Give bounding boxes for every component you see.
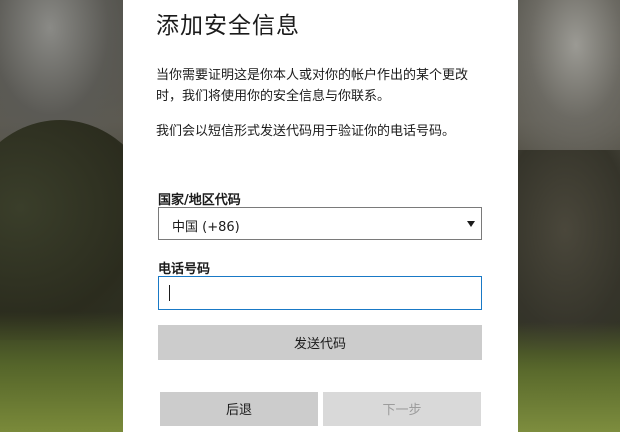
sms-description: 我们会以短信形式发送代码用于验证你的电话号码。 (156, 124, 456, 139)
dropdown-arrow-icon (467, 221, 475, 227)
background-grass-left (0, 312, 130, 432)
background-grass-right (510, 322, 620, 432)
country-code-value: 中国 (+86) (172, 220, 240, 235)
background-sky-right (510, 0, 620, 150)
send-code-button[interactable]: 发送代码 (158, 325, 482, 360)
back-button[interactable]: 后退 (160, 392, 318, 426)
country-code-label: 国家/地区代码 (158, 193, 241, 208)
country-code-select[interactable]: 中国 (+86) (158, 207, 482, 240)
text-cursor (169, 285, 170, 301)
dialog-description: 当你需要证明这是你本人或对你的帐户作出的某个更改时，我们将使用你的安全信息与你联… (156, 68, 469, 104)
phone-number-input[interactable] (158, 276, 482, 310)
dialog-title: 添加安全信息 (156, 13, 300, 39)
background-sky-left (0, 0, 125, 140)
security-info-dialog: 添加安全信息 当你需要证明这是你本人或对你的帐户作出的某个更改时，我们将使用你的… (123, 0, 518, 432)
next-button[interactable]: 下一步 (323, 392, 481, 426)
phone-number-label: 电话号码 (158, 262, 211, 277)
